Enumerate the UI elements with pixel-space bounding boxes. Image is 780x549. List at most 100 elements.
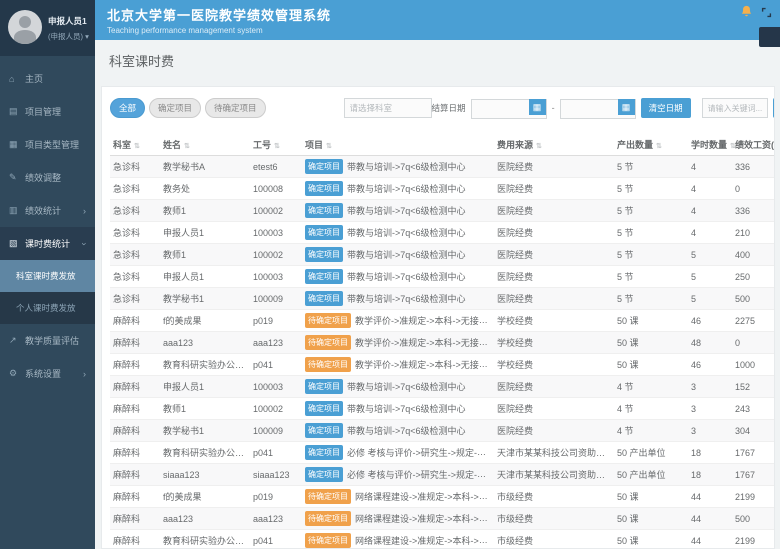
column-header[interactable]: 姓名⇅ [160, 134, 250, 156]
project-status-button[interactable]: 确定项目 [305, 467, 343, 482]
name-cell: 教育科研实验办公室A [160, 442, 250, 464]
project-status-button[interactable]: 确定项目 [305, 291, 343, 306]
table-row[interactable]: 麻醉科申报人员1100003确定项目带教与培训->7q<6级检测中心医院经费4 … [110, 376, 775, 398]
filter-pill[interactable]: 待确定项目 [205, 98, 266, 118]
search-button[interactable]: 搜索 [773, 98, 775, 118]
filter-pill[interactable]: 确定项目 [149, 98, 201, 118]
sidebar-item[interactable]: ▦项目类型管理 [0, 128, 95, 161]
status-filter-pills: 全部确定项目待确定项目 [110, 98, 266, 118]
pay-cell: 336 [732, 200, 775, 222]
sidebar-subitem[interactable]: 科室课时费发放 [0, 260, 95, 292]
sidebar-item[interactable]: ▤项目管理 [0, 95, 95, 128]
project-name: 带教与培训->7q<6级检测中心 [347, 426, 466, 436]
sort-icon[interactable]: ⇅ [536, 143, 542, 150]
header-flyout[interactable] [759, 27, 780, 47]
project-status-button[interactable]: 待确定项目 [305, 357, 351, 372]
search-input[interactable] [702, 98, 768, 118]
bell-icon[interactable] [740, 5, 753, 23]
project-status-button[interactable]: 确定项目 [305, 423, 343, 438]
output-qty-cell: 5 节 [614, 156, 688, 178]
project-status-button[interactable]: 确定项目 [305, 401, 343, 416]
sidebar-item[interactable]: ⌂主页 [0, 62, 95, 95]
project-status-button[interactable]: 确定项目 [305, 379, 343, 394]
table-row[interactable]: 急诊科教学秘书Aetest6确定项目带教与培训->7q<6级检测中心医院经费5 … [110, 156, 775, 178]
sort-icon[interactable]: ⇅ [274, 143, 280, 150]
dept-cell: 麻醉科 [110, 508, 160, 530]
project-status-button[interactable]: 待确定项目 [305, 335, 351, 350]
user-role-dropdown[interactable]: (申报人员) ▾ [48, 31, 89, 42]
table-row[interactable]: 麻醉科教师1100002确定项目带教与培训->7q<6级检测中心医院经费4 节3… [110, 398, 775, 420]
table-row[interactable]: 急诊科申报人员1100003确定项目带教与培训->7q<6级检测中心医院经费5 … [110, 266, 775, 288]
column-header[interactable]: 项目⇅ [302, 134, 494, 156]
project-status-button[interactable]: 待确定项目 [305, 489, 351, 504]
filter-pill[interactable]: 全部 [110, 98, 145, 118]
pay-cell: 500 [732, 508, 775, 530]
fee-source-cell: 学校经费 [494, 332, 614, 354]
dept-cell: 麻醉科 [110, 530, 160, 549]
column-header[interactable]: 绩效工资(元)⇅ [732, 134, 775, 156]
table-row[interactable]: 急诊科教师1100002确定项目带教与培训->7q<6级检测中心医院经费5 节5… [110, 244, 775, 266]
table-row[interactable]: 急诊科申报人员1100003确定项目带教与培训->7q<6级检测中心医院经费5 … [110, 222, 775, 244]
fee-source-cell: 医院经费 [494, 288, 614, 310]
sidebar-item[interactable]: ✎绩效调整 [0, 161, 95, 194]
sidebar-item[interactable]: ⚙系统设置› [0, 357, 95, 390]
hours-cell: 18 [688, 464, 732, 486]
project-status-button[interactable]: 待确定项目 [305, 313, 351, 328]
project-cell: 待确定项目教学评价->准规定->本科->无接受人 [302, 354, 494, 376]
sidebar-subitem[interactable]: 个人课时费发放 [0, 292, 95, 324]
column-header[interactable]: 费用来源⇅ [494, 134, 614, 156]
sidebar-item[interactable]: ▧课时费统计› [0, 227, 95, 260]
hours-cell: 46 [688, 354, 732, 376]
output-qty-cell: 50 课 [614, 310, 688, 332]
sort-icon[interactable]: ⇅ [326, 143, 332, 150]
table-row[interactable]: 麻醉科教育科研实验办公室Ap041待确定项目网络课程建设->准规定->本科->学… [110, 530, 775, 549]
clear-date-button[interactable]: 清空日期 [641, 98, 691, 118]
project-name: 教学评价->准规定->本科->无接受人 [355, 315, 494, 326]
dept-cell: 急诊科 [110, 200, 160, 222]
table-row[interactable]: 麻醉科教育科研实验办公室Ap041确定项目必修 考核与评价->研究生->规定->… [110, 442, 775, 464]
project-name: 带教与培训->7q<6级检测中心 [347, 272, 466, 282]
sidebar-item-label: 主页 [25, 72, 86, 85]
table-row[interactable]: 麻醉科aaa123aaa123待确定项目网络课程建设->准规定->本科->学员市… [110, 508, 775, 530]
project-status-button[interactable]: 确定项目 [305, 203, 343, 218]
project-status-button[interactable]: 确定项目 [305, 269, 343, 284]
pay-cell: 304 [732, 420, 775, 442]
sort-icon[interactable]: ⇅ [656, 143, 662, 150]
table-row[interactable]: 麻醉科f的美成果p019待确定项目教学评价->准规定->本科->无接受人学校经费… [110, 310, 775, 332]
project-status-button[interactable]: 确定项目 [305, 247, 343, 262]
calendar-icon[interactable]: ▦ [529, 99, 546, 115]
table-row[interactable]: 麻醉科教育科研实验办公室Ap041待确定项目教学评价->准规定->本科->无接受… [110, 354, 775, 376]
hours-cell: 46 [688, 310, 732, 332]
expand-icon[interactable] [761, 5, 772, 23]
project-status-button[interactable]: 确定项目 [305, 181, 343, 196]
column-header[interactable]: 学时数量⇅ [688, 134, 732, 156]
project-name: 网络课程建设->准规定->本科->学员 [355, 535, 494, 546]
project-status-button[interactable]: 待确定项目 [305, 533, 351, 548]
column-header[interactable]: 工号⇅ [250, 134, 302, 156]
project-name: 带教与培训->7q<6级检测中心 [347, 162, 466, 172]
calendar-icon[interactable]: ▦ [618, 99, 635, 115]
department-select-input[interactable] [344, 98, 432, 118]
column-header[interactable]: 科室⇅ [110, 134, 160, 156]
project-status-button[interactable]: 待确定项目 [305, 511, 351, 526]
table-row[interactable]: 麻醉科f的美成果p019待确定项目网络课程建设->准规定->本科->学员市级经费… [110, 486, 775, 508]
project-status-button[interactable]: 确定项目 [305, 445, 343, 460]
project-status-button[interactable]: 确定项目 [305, 225, 343, 240]
sort-icon[interactable]: ⇅ [184, 143, 190, 150]
table-icon: ▧ [9, 238, 21, 249]
sort-icon[interactable]: ⇅ [134, 143, 140, 150]
project-name: 必修 考核与评价->研究生->规定->指标 [347, 447, 494, 458]
table-row[interactable]: 麻醉科aaa123aaa123待确定项目教学评价->准规定->本科->无接受人学… [110, 332, 775, 354]
table-row[interactable]: 急诊科教务处100008确定项目带教与培训->7q<6级检测中心医院经费5 节4… [110, 178, 775, 200]
project-status-button[interactable]: 确定项目 [305, 159, 343, 174]
fee-source-cell: 医院经费 [494, 178, 614, 200]
sidebar-item[interactable]: ▥绩效统计› [0, 194, 95, 227]
sidebar-item[interactable]: ↗教学质量评估 [0, 324, 95, 357]
table-row[interactable]: 急诊科教学秘书1100009确定项目带教与培训->7q<6级检测中心医院经费5 … [110, 288, 775, 310]
table-row[interactable]: 急诊科教师1100002确定项目带教与培训->7q<6级检测中心医院经费5 节4… [110, 200, 775, 222]
fee-source-cell: 天津市某某科技公司资助项目 [494, 442, 614, 464]
hours-cell: 4 [688, 222, 732, 244]
column-header[interactable]: 产出数量⇅ [614, 134, 688, 156]
table-row[interactable]: 麻醉科教学秘书1100009确定项目带教与培训->7q<6级检测中心医院经费4 … [110, 420, 775, 442]
table-row[interactable]: 麻醉科siaaa123siaaa123确定项目必修 考核与评价->研究生->规定… [110, 464, 775, 486]
